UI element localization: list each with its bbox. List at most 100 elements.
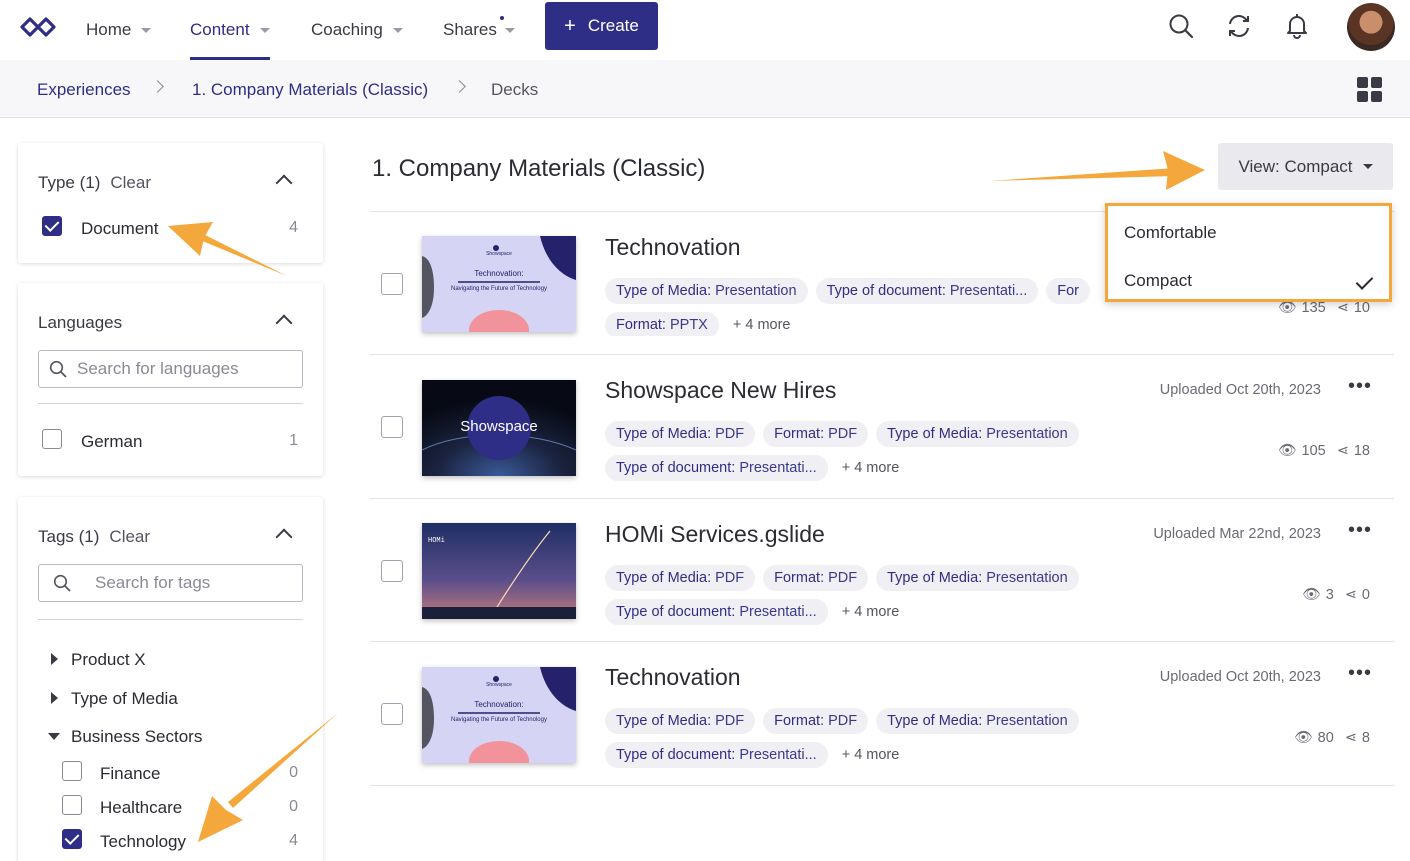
view-option-compact[interactable]: Compact	[1124, 271, 1192, 291]
upload-date: Uploaded Oct 20th, 2023	[1159, 669, 1321, 685]
tag-chip[interactable]: Type of document: Presentati...	[605, 455, 828, 481]
deck-thumbnail[interactable]: Showspace	[422, 380, 576, 476]
nav-home[interactable]: Home	[86, 0, 152, 60]
more-tags-link[interactable]: + 4 more	[836, 742, 906, 768]
chevron-down-icon	[141, 27, 152, 33]
user-avatar[interactable]	[1347, 3, 1395, 51]
filter-tags-clear-link[interactable]: Clear	[109, 527, 150, 546]
view-mode-menu: Comfortable Compact	[1105, 203, 1392, 302]
tag-chip[interactable]: Type of Media: Presentation	[876, 421, 1079, 447]
tag-group-product-x[interactable]: Product X	[71, 650, 146, 670]
tag-chip[interactable]: Type of Media: PDF	[605, 708, 756, 734]
deck-title[interactable]: Showspace New Hires	[605, 377, 836, 404]
view-option-comfortable[interactable]: Comfortable	[1124, 223, 1217, 243]
tag-chip[interactable]: Format: PPTX	[605, 312, 719, 336]
deck-thumbnail-art	[422, 523, 576, 619]
tag-chip[interactable]: Format: PDF	[763, 565, 869, 591]
chevron-up-icon[interactable]	[275, 528, 293, 546]
breadcrumb: Experiences 1. Company Materials (Classi…	[0, 60, 1410, 118]
divider	[370, 785, 1394, 786]
view-mode-button[interactable]: View: Compact	[1218, 143, 1393, 190]
more-options-icon[interactable]: •••	[1348, 375, 1372, 398]
more-options-icon[interactable]: •••	[1348, 519, 1372, 542]
tag-key: Format	[774, 426, 821, 442]
tag-chip[interactable]: Type of Media: PDF	[605, 565, 756, 591]
deck-row[interactable]: Showspace Technovation: Navigating the F…	[370, 641, 1394, 785]
languages-search-field[interactable]	[38, 350, 303, 388]
tags-search-input[interactable]	[95, 565, 315, 601]
tag-chip[interactable]: Format: PDF	[763, 708, 869, 734]
view-count: 80	[1317, 729, 1334, 746]
tag-value: PDF	[828, 426, 858, 442]
thumb-subtitle: Navigating the Future of Technology	[451, 717, 547, 723]
tag-group-business-sectors[interactable]: Business Sectors	[71, 727, 202, 747]
chevron-up-icon[interactable]	[275, 314, 293, 332]
tag-key: Type of Media	[887, 426, 979, 442]
type-document-checkbox[interactable]	[42, 216, 62, 236]
grid-view-icon[interactable]	[1357, 77, 1382, 102]
chevron-up-icon[interactable]	[275, 174, 293, 192]
nav-content[interactable]: Content	[190, 0, 270, 60]
filter-tags-title-text: Tags (1)	[38, 527, 100, 546]
tag-technology-checkbox[interactable]	[62, 829, 82, 849]
row-checkbox[interactable]	[381, 560, 403, 582]
language-german-checkbox[interactable]	[42, 429, 62, 449]
nav-shares[interactable]: Shares	[443, 0, 515, 60]
more-options-icon[interactable]: •••	[1348, 662, 1372, 685]
deck-row[interactable]: HOMi HOMi Services.gslide Uploaded Mar 2…	[370, 498, 1394, 642]
languages-search-input[interactable]	[77, 351, 297, 387]
tag-chip[interactable]: Type of Media: Presentation	[876, 708, 1079, 734]
row-checkbox[interactable]	[381, 273, 403, 295]
more-tags-link[interactable]: + 4 more	[836, 599, 906, 625]
caret-right-icon[interactable]	[51, 653, 58, 665]
search-icon[interactable]	[1165, 10, 1197, 42]
tag-chip[interactable]: Type of Media: Presentation	[876, 565, 1079, 591]
thumb-brand: HOMi	[428, 537, 445, 545]
deck-thumbnail[interactable]: HOMi	[422, 523, 576, 619]
tag-chip[interactable]: Format: PDF	[763, 421, 869, 447]
thumb-brand: Showspace	[486, 251, 512, 257]
tag-group-type-of-media[interactable]: Type of Media	[71, 689, 178, 709]
tag-value: Presentation	[986, 713, 1068, 729]
breadcrumb-experiences[interactable]: Experiences	[37, 80, 131, 100]
breadcrumb-company-materials[interactable]: 1. Company Materials (Classic)	[192, 80, 428, 100]
deck-row[interactable]: Showspace Showspace New Hires Uploaded O…	[370, 354, 1394, 498]
filter-type-clear-link[interactable]: Clear	[110, 173, 151, 192]
tag-chip[interactable]: Type of Media: PDF	[605, 421, 756, 447]
tag-key: Type of document	[616, 460, 732, 476]
create-button[interactable]: + Create	[545, 2, 658, 50]
more-tags-link[interactable]: + 4 more	[727, 312, 797, 336]
tag-chip[interactable]: Type of document: Presentati...	[605, 742, 828, 768]
tag-chip[interactable]: Type of Media: Presentation	[605, 278, 808, 304]
deck-title[interactable]: Technovation	[605, 234, 741, 261]
chevron-right-icon	[151, 80, 164, 93]
tag-key: Type of Media	[887, 570, 979, 586]
check-icon	[1355, 272, 1374, 290]
caret-down-icon[interactable]	[48, 733, 60, 740]
tag-finance-label: Finance	[100, 764, 161, 783]
row-checkbox[interactable]	[381, 416, 403, 438]
nav-coaching[interactable]: Coaching	[311, 0, 403, 60]
tag-healthcare-checkbox[interactable]	[62, 795, 82, 815]
more-tags-link[interactable]: + 4 more	[836, 455, 906, 481]
caret-right-icon[interactable]	[51, 692, 58, 704]
filter-type-card: Type (1) Clear Document 4	[18, 143, 323, 263]
tag-chip[interactable]: Type of document: Presentati...	[815, 278, 1039, 304]
tags-search-field[interactable]	[38, 564, 315, 602]
deck-thumbnail[interactable]: Showspace Technovation: Navigating the F…	[422, 667, 576, 763]
bell-icon[interactable]	[1281, 10, 1313, 42]
row-checkbox[interactable]	[381, 703, 403, 725]
tag-key: Format	[774, 570, 821, 586]
tag-finance-checkbox[interactable]	[62, 761, 82, 781]
deck-thumbnail[interactable]: Showspace Technovation: Navigating the F…	[422, 236, 576, 332]
tag-chip[interactable]: Type of document: Presentati...	[605, 599, 828, 625]
thumb-brand: Showspace	[486, 682, 512, 688]
deck-title[interactable]: HOMi Services.gslide	[605, 521, 825, 548]
app-logo-icon[interactable]	[18, 14, 58, 40]
upload-date: Uploaded Mar 22nd, 2023	[1153, 526, 1321, 542]
tag-chip[interactable]: For	[1046, 278, 1091, 304]
deck-stats: 👁 105 ⋖ 18	[1278, 442, 1370, 460]
grid-cell	[1357, 77, 1368, 88]
sync-icon[interactable]	[1223, 10, 1255, 42]
deck-title[interactable]: Technovation	[605, 664, 741, 691]
